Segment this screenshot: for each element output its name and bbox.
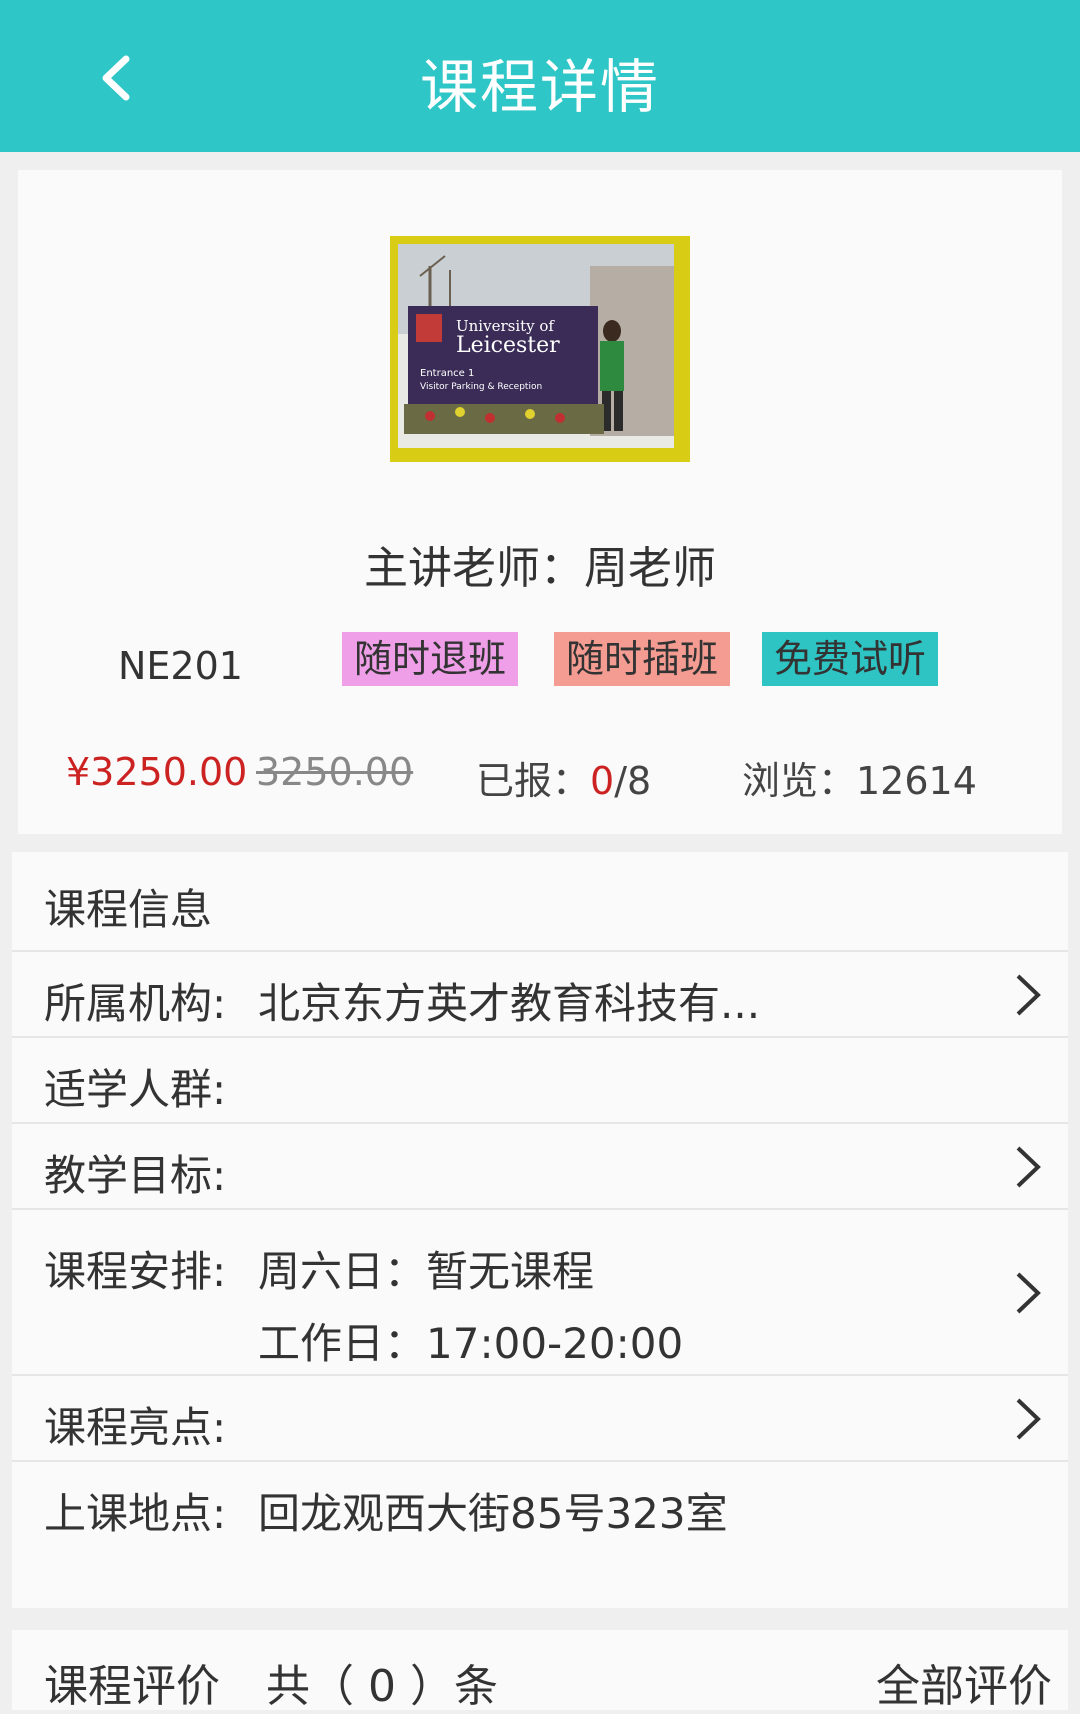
teacher-label: 主讲老师：周老师 (364, 543, 716, 594)
enrolled-label: 已报： (476, 759, 591, 803)
course-summary-card: University of Leicester Entrance 1 Visit… (18, 170, 1062, 834)
sign-line2: Leicester (456, 333, 560, 358)
course-image[interactable]: University of Leicester Entrance 1 Visit… (390, 236, 690, 462)
goals-label: 教学目标: (44, 1151, 227, 1200)
chevron-right-icon (1016, 1272, 1041, 1314)
section-title: 课程信息 (44, 885, 213, 934)
tag-join-anytime: 随时插班 (554, 632, 731, 686)
current-price: ¥3250.00 (66, 750, 248, 794)
course-review-bar: 课程评价 共（ 0 ）条 全部评价 (12, 1630, 1068, 1712)
sign-line3: Entrance 1 (420, 368, 474, 379)
row-goals[interactable]: 教学目标: (12, 1124, 1068, 1210)
review-count: 共（ 0 ）条 (266, 1661, 498, 1712)
audience-label: 适学人群: (44, 1065, 227, 1114)
enrolled-count: 已报：0/8 (476, 750, 651, 805)
original-price: 3250.00 (256, 750, 414, 794)
row-institution[interactable]: 所属机构: 北京东方英才教育科技有... (12, 952, 1068, 1038)
chevron-right-icon (1016, 974, 1041, 1016)
course-photo-illustration: University of Leicester Entrance 1 Visit… (390, 236, 690, 462)
all-reviews-link[interactable]: 全部评价 (876, 1650, 1052, 1714)
tag-withdraw-anytime: 随时退班 (342, 632, 519, 686)
schedule-label: 课程安排: (44, 1247, 227, 1296)
tag-free-trial: 免费试听 (762, 632, 939, 686)
sign-line4: Visitor Parking & Reception (420, 382, 542, 392)
enrolled-number: 0 (590, 759, 615, 803)
section-header: 课程信息 (12, 852, 1068, 952)
schedule-weekday: 工作日：17:00-20:00 (258, 1319, 684, 1368)
enrolled-total: /8 (614, 759, 652, 803)
course-code: NE201 (118, 644, 243, 688)
location-label: 上课地点: (44, 1489, 227, 1538)
schedule-weekend: 周六日：暂无课程 (258, 1247, 595, 1296)
row-audience: 适学人群: (12, 1038, 1068, 1124)
app-header: 课程详情 (0, 0, 1080, 152)
page-title: 课程详情 (419, 53, 660, 121)
row-schedule[interactable]: 课程安排: 周六日：暂无课程 工作日：17:00-20:00 (12, 1210, 1068, 1376)
institution-label: 所属机构: (44, 979, 227, 1028)
course-info-section: 课程信息 所属机构: 北京东方英才教育科技有... 适学人群: 教学目标: 课程… (12, 852, 1068, 1608)
chevron-right-icon (1016, 1146, 1041, 1188)
chevron-right-icon (1016, 1398, 1041, 1440)
view-count: 浏览：12614 (742, 759, 977, 803)
row-location: 上课地点: 回龙观西大街85号323室 (12, 1462, 1068, 1548)
location-value: 回龙观西大街85号323室 (258, 1489, 728, 1538)
institution-value: 北京东方英才教育科技有... (258, 979, 761, 1028)
highlights-label: 课程亮点: (44, 1403, 227, 1452)
review-label: 课程评价 (44, 1661, 220, 1712)
row-highlights[interactable]: 课程亮点: (12, 1376, 1068, 1462)
